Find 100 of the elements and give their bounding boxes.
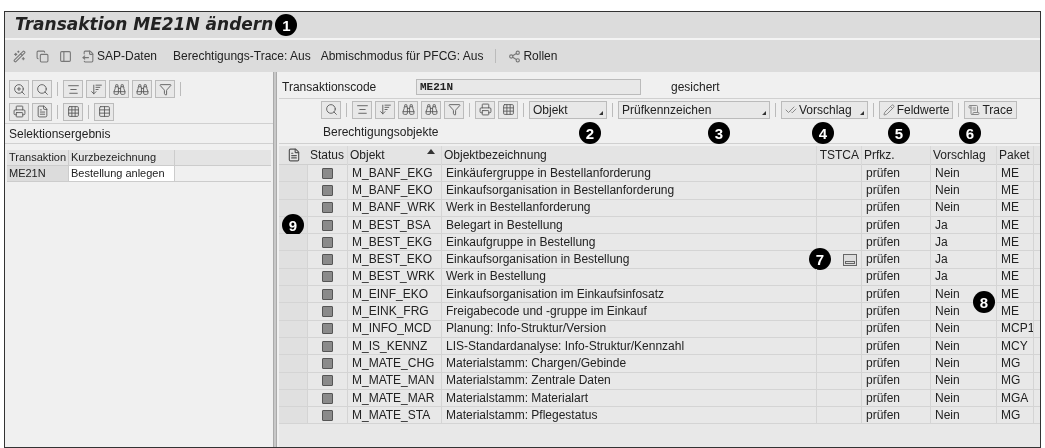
table-cell: M_INFO_MCD	[348, 320, 442, 337]
column-header[interactable]: Paket	[997, 145, 1034, 165]
table-cell: MG	[997, 355, 1034, 372]
table-cell: Einkaufsorganisation im Einkaufsinfosatz	[442, 286, 817, 303]
toolbar-button[interactable]: Trace	[964, 100, 1017, 119]
table-cell: ME	[997, 251, 1034, 268]
callout-badge: 4	[812, 122, 834, 144]
export-icon[interactable]	[32, 102, 52, 121]
filter-icon[interactable]	[444, 100, 464, 119]
table-cell: M_IS_KENNZ	[348, 337, 442, 355]
column-header[interactable]: Status	[308, 145, 348, 165]
sort-descending-icon[interactable]	[375, 100, 395, 119]
sap-data-button[interactable]: SAP-Daten	[82, 47, 158, 65]
table-cell: ME	[997, 199, 1034, 216]
column-header[interactable]: Objekt	[348, 145, 442, 165]
filter-icon[interactable]	[155, 80, 175, 98]
table-cell: M_MATE_MAN	[348, 372, 442, 389]
roles-button[interactable]: Rollen	[508, 47, 558, 65]
table-cell: Nein	[931, 372, 997, 389]
table-cell: Nein	[931, 389, 997, 407]
sort-ascending-icon[interactable]	[352, 100, 372, 119]
table-cell: prüfen	[862, 182, 931, 199]
table-cell: prüfen	[862, 268, 931, 286]
toolbar-button[interactable]: Feldwerte	[878, 100, 954, 119]
table-cell: ME	[997, 216, 1034, 234]
trace-status: Berechtigungs-Trace: Aus	[173, 48, 311, 65]
table-cell: prüfen	[862, 372, 931, 389]
search-icon[interactable]	[32, 80, 52, 98]
grid-icon[interactable]	[498, 100, 518, 119]
status-icon	[322, 375, 333, 387]
search-icon[interactable]	[321, 100, 341, 119]
table-cell: M_BEST_EKO	[348, 251, 442, 268]
table-cell: prüfen	[862, 407, 931, 424]
table-cell: ME	[997, 234, 1034, 251]
zoom-icon[interactable]	[9, 80, 29, 98]
table-cell: prüfen	[862, 337, 931, 355]
binoculars-icon[interactable]	[421, 100, 441, 119]
export-icon	[82, 49, 95, 63]
table-cell: Werk in Bestellung	[442, 268, 817, 286]
table-cell: M_BANF_WRK	[348, 199, 442, 216]
table-cell: MG	[997, 407, 1034, 424]
status-icon	[322, 288, 333, 300]
status-icon	[322, 340, 333, 352]
table-cell: prüfen	[862, 199, 931, 216]
table-cell: ME	[997, 286, 1034, 303]
table-cell: prüfen	[862, 286, 931, 303]
callout-badge: 7	[809, 248, 831, 271]
callout-badge: 1	[275, 14, 298, 36]
layout-icon[interactable]	[286, 148, 301, 162]
status-icon	[322, 271, 333, 283]
printer-icon[interactable]	[9, 102, 29, 121]
dropdown-icon	[599, 110, 603, 115]
table-cell: Materialstamm: Zentrale Daten	[442, 372, 817, 389]
status-icon	[322, 202, 333, 214]
copy-icon[interactable]	[36, 49, 49, 63]
binoculars-icon[interactable]	[109, 80, 129, 98]
column-header[interactable]: TSTCA	[817, 145, 862, 165]
table-cell: M_EINF_EKO	[348, 286, 442, 303]
transaction-code-field[interactable]: ME21N	[416, 79, 641, 95]
table-cell: Materialstamm: Materialart	[442, 389, 817, 407]
table-cell: M_BANF_EKO	[348, 182, 442, 199]
binoculars-icon[interactable]	[398, 100, 418, 119]
table-cell: M_MATE_CHG	[348, 355, 442, 372]
column-header[interactable]: Kurzbezeichnung	[69, 150, 175, 165]
table-cell: Ja	[931, 251, 997, 268]
sort-ascending-icon[interactable]	[63, 80, 83, 98]
sort-descending-icon[interactable]	[86, 80, 106, 98]
status-icon	[322, 306, 333, 317]
table-cell: Nein	[931, 320, 997, 337]
toolbar-button[interactable]: Vorschlag	[781, 100, 868, 119]
status-icon	[322, 167, 333, 179]
table-cell: ME	[997, 182, 1034, 199]
table-cell: Nein	[931, 337, 997, 355]
panel-icon[interactable]	[59, 49, 72, 63]
column-header[interactable]: Vorschlag	[931, 145, 997, 165]
toolbar-button[interactable]: Objekt	[529, 100, 607, 119]
table-cell: Ja	[931, 268, 997, 286]
layout-icon[interactable]	[94, 102, 114, 121]
status-icon	[322, 357, 333, 369]
column-header[interactable]: Transaktion	[7, 150, 69, 165]
callout-badge: 6	[959, 122, 981, 144]
calculator-icon[interactable]	[843, 253, 857, 266]
dropdown-icon	[859, 110, 864, 115]
table-cell: prüfen	[862, 355, 931, 372]
wand-icon[interactable]	[13, 49, 26, 63]
binoculars-icon[interactable]	[132, 80, 152, 98]
table-cell: prüfen	[862, 216, 931, 234]
column-header[interactable]: Prfkz.	[862, 145, 931, 165]
grid-icon[interactable]	[63, 102, 83, 121]
field-label: Transaktionscode	[282, 79, 378, 96]
table-cell: Bestellung anlegen	[69, 166, 175, 181]
mix-mode-status: Abmischmodus für PFCG: Aus	[320, 48, 484, 65]
table-cell: M_BEST_WRK	[348, 268, 442, 286]
printer-icon[interactable]	[475, 100, 495, 119]
toolbar-button[interactable]: Prüfkennzeichen	[618, 100, 770, 119]
table-cell: M_MATE_STA	[348, 407, 442, 424]
table-cell: M_EINK_FRG	[348, 303, 442, 320]
table-cell: M_BEST_BSA	[348, 216, 442, 234]
column-header[interactable]: Objektbezeichnung	[442, 145, 817, 165]
status-icon	[322, 323, 333, 335]
